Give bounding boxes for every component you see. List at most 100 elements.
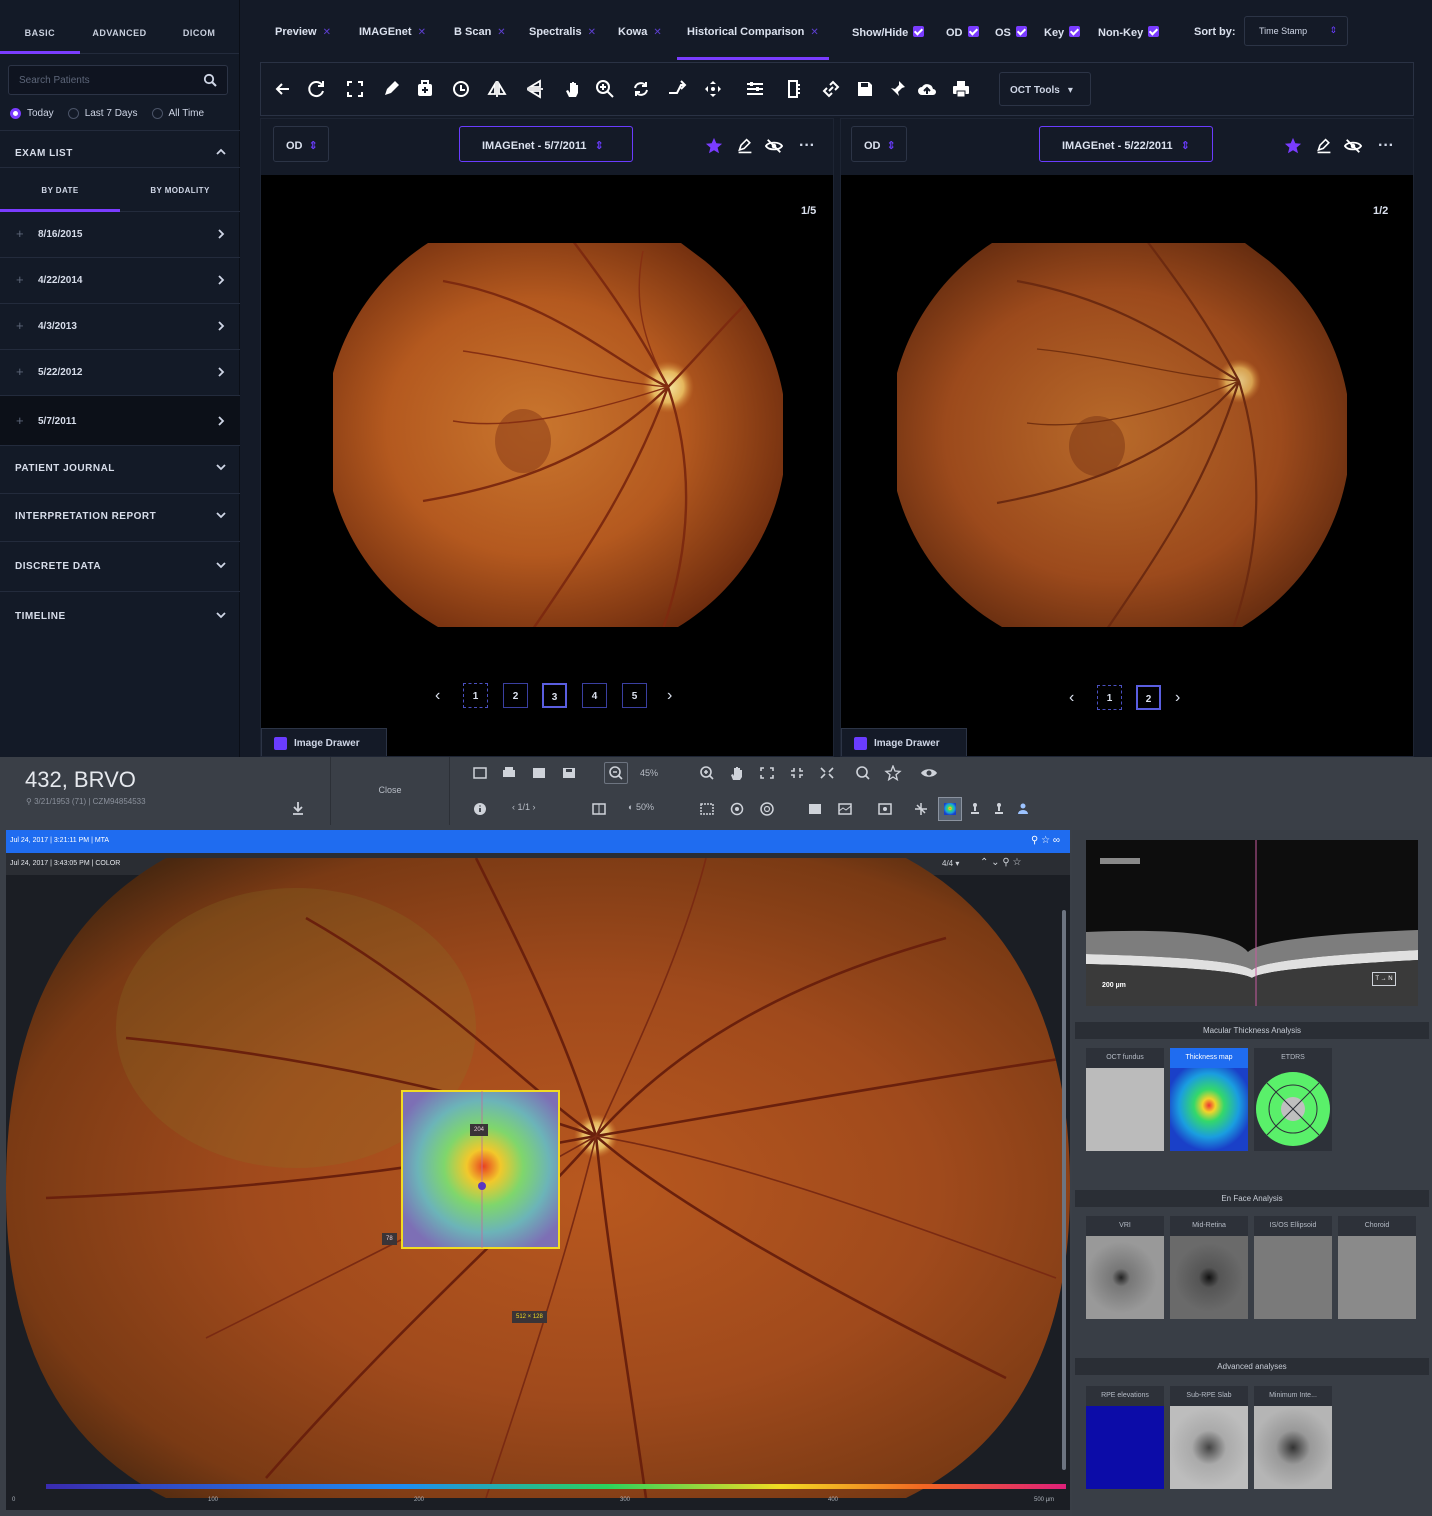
zoom-in-icon[interactable] bbox=[698, 765, 716, 781]
close-icon[interactable]: ✕ bbox=[653, 27, 661, 38]
checkbox-icon[interactable] bbox=[913, 26, 925, 37]
info-icon[interactable] bbox=[471, 801, 489, 817]
tab-kowa[interactable]: Kowa ✕ bbox=[618, 0, 662, 60]
filter-non-key[interactable]: Non-Key bbox=[1098, 0, 1160, 60]
star-icon[interactable] bbox=[1284, 137, 1302, 155]
layout-icon[interactable] bbox=[471, 765, 489, 781]
swap-icon[interactable] bbox=[667, 79, 687, 99]
star-icon[interactable] bbox=[705, 137, 723, 155]
filter-key[interactable]: Key bbox=[1044, 0, 1081, 60]
thumb-thickness-map[interactable]: Thickness map bbox=[1170, 1048, 1248, 1151]
discrete-data-section[interactable]: DISCRETE DATA bbox=[0, 544, 240, 592]
fit-icon[interactable] bbox=[758, 765, 776, 781]
star-icon[interactable] bbox=[884, 765, 902, 781]
close-icon[interactable]: ✕ bbox=[323, 27, 331, 38]
overlay-icon[interactable] bbox=[876, 801, 894, 817]
thumb-oct-fundus[interactable]: OCT fundus bbox=[1086, 1048, 1164, 1151]
tab-by-date[interactable]: BY DATE bbox=[0, 168, 120, 212]
edit-icon[interactable] bbox=[1316, 138, 1332, 154]
thumb-isos-ellipsoid[interactable]: IS/OS Ellipsoid bbox=[1254, 1216, 1332, 1319]
flip-vertical-icon[interactable] bbox=[525, 79, 545, 99]
checkbox-icon[interactable] bbox=[967, 26, 979, 37]
eye-hide-icon[interactable] bbox=[1344, 138, 1362, 154]
radio-today[interactable]: Today bbox=[10, 108, 54, 119]
eye-select[interactable]: OD ⇕ bbox=[851, 126, 907, 162]
link-icon[interactable] bbox=[821, 79, 841, 99]
checkbox-icon[interactable] bbox=[1069, 26, 1081, 37]
image-drawer-button[interactable]: Image Drawer bbox=[261, 728, 387, 756]
chevron-right-icon[interactable]: › bbox=[530, 802, 536, 812]
oct-tools-dropdown[interactable]: OCT Tools ▾ bbox=[999, 72, 1091, 106]
refresh-icon[interactable] bbox=[307, 79, 327, 99]
opacity-control[interactable]: ◐ 50% bbox=[628, 802, 654, 812]
medkit-icon[interactable] bbox=[415, 79, 435, 99]
zoom-out-button[interactable] bbox=[604, 762, 628, 784]
fullscreen-icon[interactable] bbox=[345, 79, 365, 99]
link-icon[interactable]: ∞ bbox=[1053, 835, 1060, 846]
back-arrow-icon[interactable] bbox=[273, 79, 293, 99]
page-button[interactable]: 4 bbox=[582, 683, 607, 708]
interpretation-report-section[interactable]: INTERPRETATION REPORT bbox=[0, 494, 240, 542]
hand-icon[interactable] bbox=[728, 765, 746, 781]
fullscreen-icon[interactable] bbox=[788, 765, 806, 781]
image-select[interactable]: IMAGEnet - 5/22/2011 ⇕ bbox=[1039, 126, 1213, 162]
thickness-overlay[interactable] bbox=[401, 1090, 560, 1249]
exam-list-header[interactable]: EXAM LIST bbox=[0, 130, 240, 168]
close-icon[interactable]: ✕ bbox=[497, 27, 505, 38]
expand-icon[interactable] bbox=[818, 765, 836, 781]
exam-date-item[interactable]: +4/3/2013 bbox=[0, 304, 240, 350]
image-select[interactable]: IMAGEnet - 5/7/2011 ⇕ bbox=[459, 126, 633, 162]
radio-all-time[interactable]: All Time bbox=[151, 108, 204, 119]
search-icon[interactable]: ⚲ bbox=[1031, 835, 1041, 846]
checkbox-icon[interactable] bbox=[1015, 26, 1027, 37]
page-nav[interactable]: ‹ 1/1 › bbox=[512, 802, 536, 812]
tab-spectralis[interactable]: Spectralis ✕ bbox=[529, 0, 596, 60]
adjust-icon[interactable] bbox=[745, 79, 765, 99]
report-icon[interactable] bbox=[530, 765, 548, 781]
page-button[interactable]: 2 bbox=[503, 683, 528, 708]
ruler-icon[interactable] bbox=[785, 79, 805, 99]
edit-icon[interactable] bbox=[737, 138, 753, 154]
tab-b-scan[interactable]: B Scan ✕ bbox=[454, 0, 506, 60]
close-icon[interactable]: ✕ bbox=[810, 27, 818, 38]
tab-imagenet[interactable]: IMAGEnet ✕ bbox=[359, 0, 426, 60]
sort-select[interactable]: Time Stamp ⇕ bbox=[1244, 16, 1348, 46]
cloud-upload-icon[interactable] bbox=[917, 79, 937, 99]
patient-journal-section[interactable]: PATIENT JOURNAL bbox=[0, 446, 240, 494]
image-icon[interactable] bbox=[806, 801, 824, 817]
thumb-minimum-intensity[interactable]: Minimum Inte... bbox=[1254, 1386, 1332, 1489]
next-page-icon[interactable]: › bbox=[1175, 689, 1180, 707]
registration-icon[interactable] bbox=[912, 801, 930, 817]
more-icon[interactable]: ··· bbox=[799, 137, 815, 155]
layer-person-icon[interactable] bbox=[1014, 801, 1032, 817]
history-icon[interactable] bbox=[451, 79, 471, 99]
exam-date-item[interactable]: +8/16/2015 bbox=[0, 212, 240, 258]
compare-icon[interactable] bbox=[590, 801, 608, 817]
timeline-section[interactable]: TIMELINE bbox=[0, 594, 240, 642]
checkbox-icon[interactable] bbox=[1148, 26, 1160, 37]
move-icon[interactable] bbox=[703, 79, 723, 99]
filter-show-hide[interactable]: Show/Hide bbox=[852, 0, 925, 60]
tab-dicom[interactable]: DICOM bbox=[159, 0, 239, 53]
tab-preview[interactable]: Preview ✕ bbox=[275, 0, 331, 60]
search-input[interactable]: Search Patients bbox=[8, 65, 228, 95]
flip-horizontal-icon[interactable] bbox=[487, 79, 507, 99]
grid-icon[interactable] bbox=[698, 801, 716, 817]
hand-icon[interactable] bbox=[563, 79, 583, 99]
etdrs-grid-icon[interactable] bbox=[758, 801, 776, 817]
eye-icon[interactable] bbox=[920, 765, 938, 781]
pin-icon[interactable] bbox=[887, 79, 907, 99]
search-icon[interactable] bbox=[203, 73, 217, 87]
thumb-rpe-elevations[interactable]: RPE elevations bbox=[1086, 1386, 1164, 1489]
heatmap-toggle[interactable] bbox=[938, 797, 962, 821]
tab-by-modality[interactable]: BY MODALITY bbox=[120, 168, 240, 211]
exam-date-item-selected[interactable]: +5/7/2011 bbox=[0, 396, 240, 446]
prev-page-icon[interactable]: ‹ bbox=[1069, 689, 1074, 707]
image-drawer-button[interactable]: Image Drawer bbox=[841, 728, 967, 756]
star-icon[interactable]: ☆ bbox=[1041, 835, 1053, 846]
next-page-icon[interactable]: › bbox=[667, 687, 672, 705]
eye-select[interactable]: OD ⇕ bbox=[273, 126, 329, 162]
layer-ilm-icon[interactable] bbox=[966, 801, 984, 817]
tab-advanced[interactable]: ADVANCED bbox=[80, 0, 160, 53]
pencil-icon[interactable] bbox=[381, 79, 401, 99]
